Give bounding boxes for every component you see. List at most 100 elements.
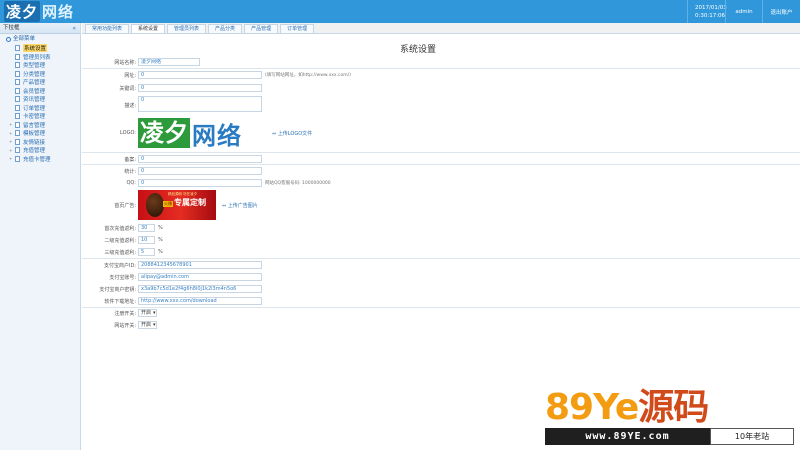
sidebar-item-system-settings[interactable]: 系统设置 xyxy=(0,44,80,53)
logo-preview-word: 网络 xyxy=(192,121,242,150)
menu-root-icon xyxy=(6,36,11,42)
page-icon xyxy=(15,130,20,137)
sidebar-item-types[interactable]: 类型管理 xyxy=(0,61,80,70)
sidebar-item-templates[interactable]: + 模板管理 xyxy=(0,129,80,138)
expand-icon[interactable]: + xyxy=(9,122,12,127)
keywords-row: 关键词: 0 xyxy=(82,84,800,92)
logo-word: 网络 xyxy=(42,3,75,21)
sidebar-item-label: 订单管理 xyxy=(23,105,46,112)
download-url-input[interactable]: http://www.xxx.com/download xyxy=(138,297,262,305)
icp-input[interactable]: 0 xyxy=(138,155,262,163)
first-rebate-label: 首次充值返利: xyxy=(104,225,136,232)
sidebar-header: 下拉框 « xyxy=(0,23,80,34)
tab-product-categories[interactable]: 产品分类 xyxy=(208,24,243,33)
upload-logo-link[interactable]: ⇔ 上传LOGO文件 xyxy=(272,130,312,137)
sidebar-item-members[interactable]: 会员管理 xyxy=(0,87,80,96)
desc-textarea[interactable]: 0 xyxy=(138,96,262,112)
qq-row: QQ: 0 网站QQ客服号码: 1000000000 xyxy=(82,179,800,187)
tab-products[interactable]: 产品管理 xyxy=(244,24,279,33)
third-rebate-row: 三级充值返利: 5 % xyxy=(82,248,800,256)
sidebar-item-messages[interactable]: + 留言管理 xyxy=(0,121,80,130)
sidebar-group[interactable]: 全部菜单 xyxy=(0,34,80,44)
sidebar-item-admins[interactable]: 管理员列表 xyxy=(0,53,80,62)
divider xyxy=(82,152,800,153)
header-right: 2017/01/03 0:30:17:06 admin 退出账户 xyxy=(687,0,800,23)
site-switch-select[interactable]: 开启 ▾ xyxy=(138,321,157,329)
first-rebate-input[interactable]: 30 xyxy=(138,224,155,232)
page-icon xyxy=(15,53,20,60)
alipay-key-row: 支付宝商户密钥: x3a9b7c5d1e2f4g6h8i0j1k2l3m4n5o… xyxy=(82,285,800,293)
ad-row: 首页广告: 精品源码 尽在凌夕 火爆 专属定制 ⇔ 上传广告图片 xyxy=(82,190,800,220)
qq-label: QQ: xyxy=(126,180,136,186)
upload-ad-link[interactable]: ⇔ 上传广告图片 xyxy=(222,202,258,209)
watermark-digits: 89 xyxy=(545,387,594,428)
sidebar-item-recharge[interactable]: + 充值管理 xyxy=(0,146,80,155)
sidebar-item-label: 系统设置 xyxy=(23,44,48,53)
site-switch-row: 网站开关: 开启 ▾ xyxy=(82,321,800,329)
percent-unit: % xyxy=(158,225,163,231)
download-url-label: 软件下载地址: xyxy=(104,298,136,305)
tab-orders[interactable]: 订单管理 xyxy=(280,24,315,33)
page-icon xyxy=(15,87,20,94)
divider xyxy=(82,68,800,69)
sidebar-item-links[interactable]: + 友情链接 xyxy=(0,138,80,147)
url-label: 网址: xyxy=(124,72,136,79)
stat-input[interactable]: 0 xyxy=(138,167,262,175)
chevron-down-icon: ▾ xyxy=(153,322,156,328)
url-hint: (填写网站网址，如http://www.xxx.com/) xyxy=(265,73,351,78)
alipay-account-input[interactable]: alipay@admin.com xyxy=(138,273,262,281)
site-name-label: 网站名称: xyxy=(114,59,136,66)
sidebar-item-categories[interactable]: 分类管理 xyxy=(0,70,80,79)
expand-icon[interactable]: + xyxy=(9,131,12,136)
qq-hint: 网站QQ客服号码: 1000000000 xyxy=(265,181,331,186)
sidebar-item-label: 充值管理 xyxy=(23,148,46,155)
keywords-input[interactable]: 0 xyxy=(138,84,262,92)
url-input[interactable]: 0 xyxy=(138,71,262,79)
sidebar-item-label: 类型管理 xyxy=(23,63,46,70)
third-rebate-input[interactable]: 5 xyxy=(138,248,155,256)
logo-label: LOGO: xyxy=(120,130,136,136)
page-icon xyxy=(15,96,20,103)
sidebar-item-news[interactable]: 资讯管理 xyxy=(0,95,80,104)
username-label: admin xyxy=(735,8,753,15)
expand-icon[interactable]: + xyxy=(9,148,12,153)
top-header: 凌夕 网络 2017/01/03 0:30:17:06 admin 退出账户 xyxy=(0,0,800,23)
collapse-icon[interactable]: « xyxy=(72,23,76,34)
icp-row: 备案: 0 xyxy=(82,155,800,163)
page-icon xyxy=(15,113,20,120)
tab-system-settings[interactable]: 系统设置 xyxy=(131,24,166,33)
app-logo[interactable]: 凌夕 网络 xyxy=(4,1,75,22)
sidebar-item-label: 友情链接 xyxy=(23,139,46,146)
page-icon xyxy=(15,104,20,111)
ad-banner-ball xyxy=(146,193,164,217)
logo-row: LOGO: 凌夕 网络 ⇔ 上传LOGO文件 xyxy=(82,116,800,150)
qq-input[interactable]: 0 xyxy=(138,179,262,187)
sidebar-item-label: 管理员列表 xyxy=(23,54,51,61)
watermark-tag: 10年老站 xyxy=(710,428,794,445)
logout-button[interactable]: 退出账户 xyxy=(762,0,800,23)
alipay-key-input[interactable]: x3a9b7c5d1e2f4g6h8i0j1k2l3m4n5o6 xyxy=(138,285,262,293)
reg-switch-label: 注册开关: xyxy=(114,310,136,317)
page-icon xyxy=(15,121,20,128)
site-name-input[interactable]: 凌夕网络 xyxy=(138,58,200,66)
tab-admins[interactable]: 管理员列表 xyxy=(167,24,207,33)
header-time: 0:30:17:06 xyxy=(695,12,726,19)
sidebar-item-orders[interactable]: 订单管理 xyxy=(0,104,80,113)
second-rebate-input[interactable]: 10 xyxy=(138,236,155,244)
page-icon xyxy=(15,147,20,154)
sidebar-item-cards[interactable]: 卡密管理 xyxy=(0,112,80,121)
site-switch-value: 开启 xyxy=(141,322,152,328)
desc-label: 描述: xyxy=(124,103,136,109)
sidebar-item-recharge-cards[interactable]: + 充值卡管理 xyxy=(0,155,80,164)
download-url-row: 软件下载地址: http://www.xxx.com/download xyxy=(82,297,800,305)
expand-icon[interactable]: + xyxy=(9,139,12,144)
sidebar-item-products[interactable]: 产品管理 xyxy=(0,78,80,87)
header-username: admin xyxy=(725,0,762,23)
expand-icon[interactable]: + xyxy=(9,156,12,161)
divider xyxy=(82,307,800,308)
tab-common[interactable]: 常用功能列表 xyxy=(85,24,130,33)
pay-id-row: 支付宝商户ID: 2088412345678901 xyxy=(82,261,800,269)
pay-id-input[interactable]: 2088412345678901 xyxy=(138,261,262,269)
sidebar-item-label: 会员管理 xyxy=(23,88,46,95)
reg-switch-select[interactable]: 开启 ▾ xyxy=(138,309,157,317)
